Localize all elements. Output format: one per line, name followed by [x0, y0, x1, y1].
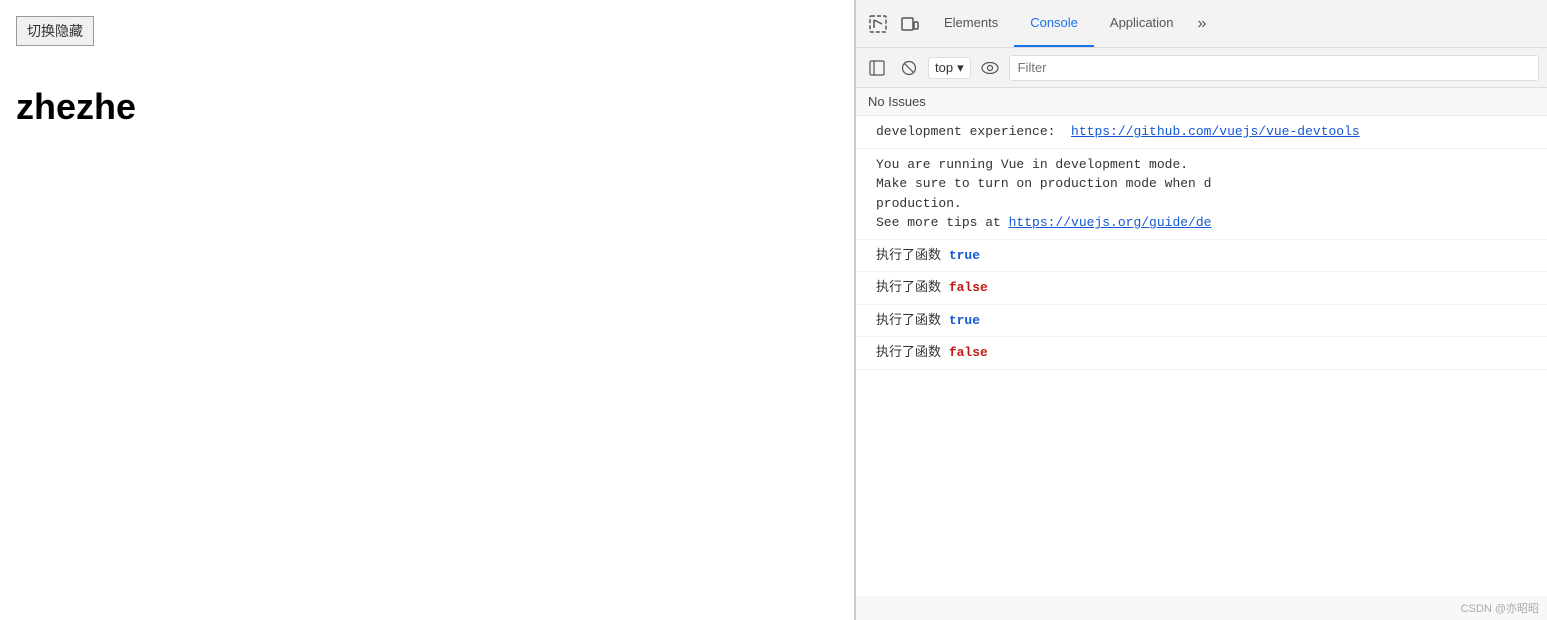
- no-issues-bar: No Issues: [856, 88, 1547, 116]
- devtools-panel: Elements Console Application » top ▾: [855, 0, 1547, 620]
- log2-text: 执行了函数: [876, 280, 949, 295]
- context-selector[interactable]: top ▾: [928, 57, 971, 79]
- console-output: development experience: https://github.c…: [856, 116, 1547, 596]
- page-heading: zhezhe: [16, 86, 838, 128]
- log3-bool: true: [949, 313, 980, 328]
- tab-elements[interactable]: Elements: [928, 0, 1014, 47]
- tab-application[interactable]: Application: [1094, 0, 1190, 47]
- console-entry-log4: 执行了函数 false: [856, 337, 1547, 370]
- context-label: top: [935, 60, 953, 75]
- devtools-link[interactable]: https://github.com/vuejs/vue-devtools: [1071, 124, 1360, 139]
- log1-text: 执行了函数: [876, 248, 949, 263]
- clear-console-icon[interactable]: [896, 55, 922, 81]
- watermark: CSDN @亦昭昭: [856, 596, 1547, 620]
- console-entry-devtools: development experience: https://github.c…: [856, 116, 1547, 149]
- console-entry-vue-warning: You are running Vue in development mode.…: [856, 149, 1547, 240]
- page-left-panel: 切换隐藏 zhezhe: [0, 0, 855, 620]
- log2-bool: false: [949, 280, 988, 295]
- console-entry-log2: 执行了函数 false: [856, 272, 1547, 305]
- tab-more-button[interactable]: »: [1190, 15, 1215, 33]
- dropdown-arrow-icon: ▾: [957, 60, 964, 76]
- log1-bool: true: [949, 248, 980, 263]
- tab-console[interactable]: Console: [1014, 0, 1094, 47]
- toggle-hidden-button[interactable]: 切换隐藏: [16, 16, 94, 46]
- eye-icon[interactable]: [977, 55, 1003, 81]
- devtools-top-toolbar: Elements Console Application »: [856, 0, 1547, 48]
- filter-input[interactable]: [1009, 55, 1539, 81]
- console-toolbar: top ▾: [856, 48, 1547, 88]
- console-entry-log3: 执行了函数 true: [856, 305, 1547, 338]
- devtools-tabs: Elements Console Application »: [928, 0, 1539, 47]
- vue-guide-link[interactable]: https://vuejs.org/guide/de: [1009, 215, 1212, 230]
- log4-text: 执行了函数: [876, 345, 949, 360]
- console-entry-log1: 执行了函数 true: [856, 240, 1547, 273]
- inspect-icon[interactable]: [864, 10, 892, 38]
- sidebar-toggle-icon[interactable]: [864, 55, 890, 81]
- responsive-icon[interactable]: [896, 10, 924, 38]
- log4-bool: false: [949, 345, 988, 360]
- log3-text: 执行了函数: [876, 313, 949, 328]
- console-text-devtools: development experience:: [876, 124, 1063, 139]
